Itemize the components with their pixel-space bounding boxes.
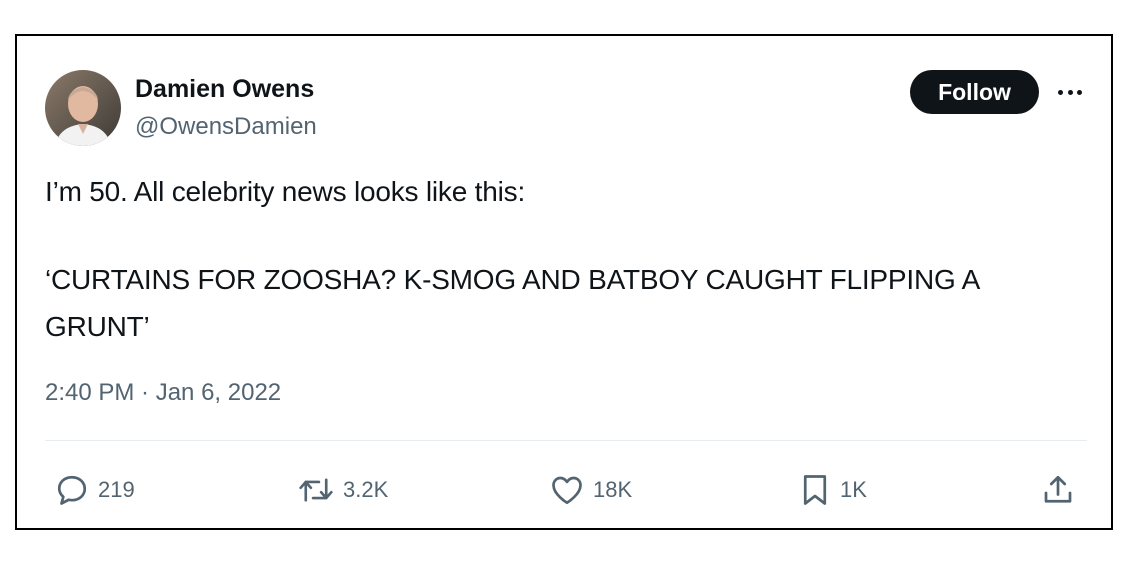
follow-button[interactable]: Follow: [910, 70, 1039, 114]
more-options-icon[interactable]: [1052, 80, 1088, 104]
retweet-count: 3.2K: [343, 477, 389, 502]
share-button[interactable]: [1041, 472, 1075, 508]
avatar[interactable]: [45, 70, 121, 146]
like-button[interactable]: 18K: [549, 472, 632, 508]
reply-button[interactable]: 219: [54, 472, 135, 508]
like-count: 18K: [593, 477, 633, 502]
bookmark-button[interactable]: 1K: [798, 472, 867, 508]
tweet-text-line: GRUNT’: [45, 311, 150, 342]
author-name[interactable]: Damien Owens: [135, 75, 314, 104]
divider: [45, 440, 1087, 441]
tweet-timestamp[interactable]: 2:40 PM · Jan 6, 2022: [45, 379, 281, 407]
bookmark-count: 1K: [840, 477, 867, 502]
reply-count: 219: [98, 477, 135, 502]
retweet-button[interactable]: 3.2K: [297, 472, 388, 508]
bookmark-icon: [803, 475, 827, 505]
author-handle[interactable]: @OwensDamien: [135, 113, 317, 141]
share-icon: [1044, 475, 1072, 503]
profile-photo-icon: [45, 70, 121, 146]
more-dot: [1058, 89, 1063, 95]
tweet-text-line: I’m 50. All celebrity news looks like th…: [45, 176, 526, 207]
tweet-card: Damien Owens @OwensDamien Follow I’m 50.…: [15, 34, 1113, 530]
more-dot: [1077, 89, 1082, 95]
tweet-text-line: ‘CURTAINS FOR ZOOSHA? K-SMOG AND BATBOY …: [45, 264, 981, 295]
heart-icon: [552, 476, 582, 505]
retweet-icon: [299, 478, 333, 502]
reply-icon: [57, 475, 87, 505]
more-dot: [1067, 89, 1073, 95]
